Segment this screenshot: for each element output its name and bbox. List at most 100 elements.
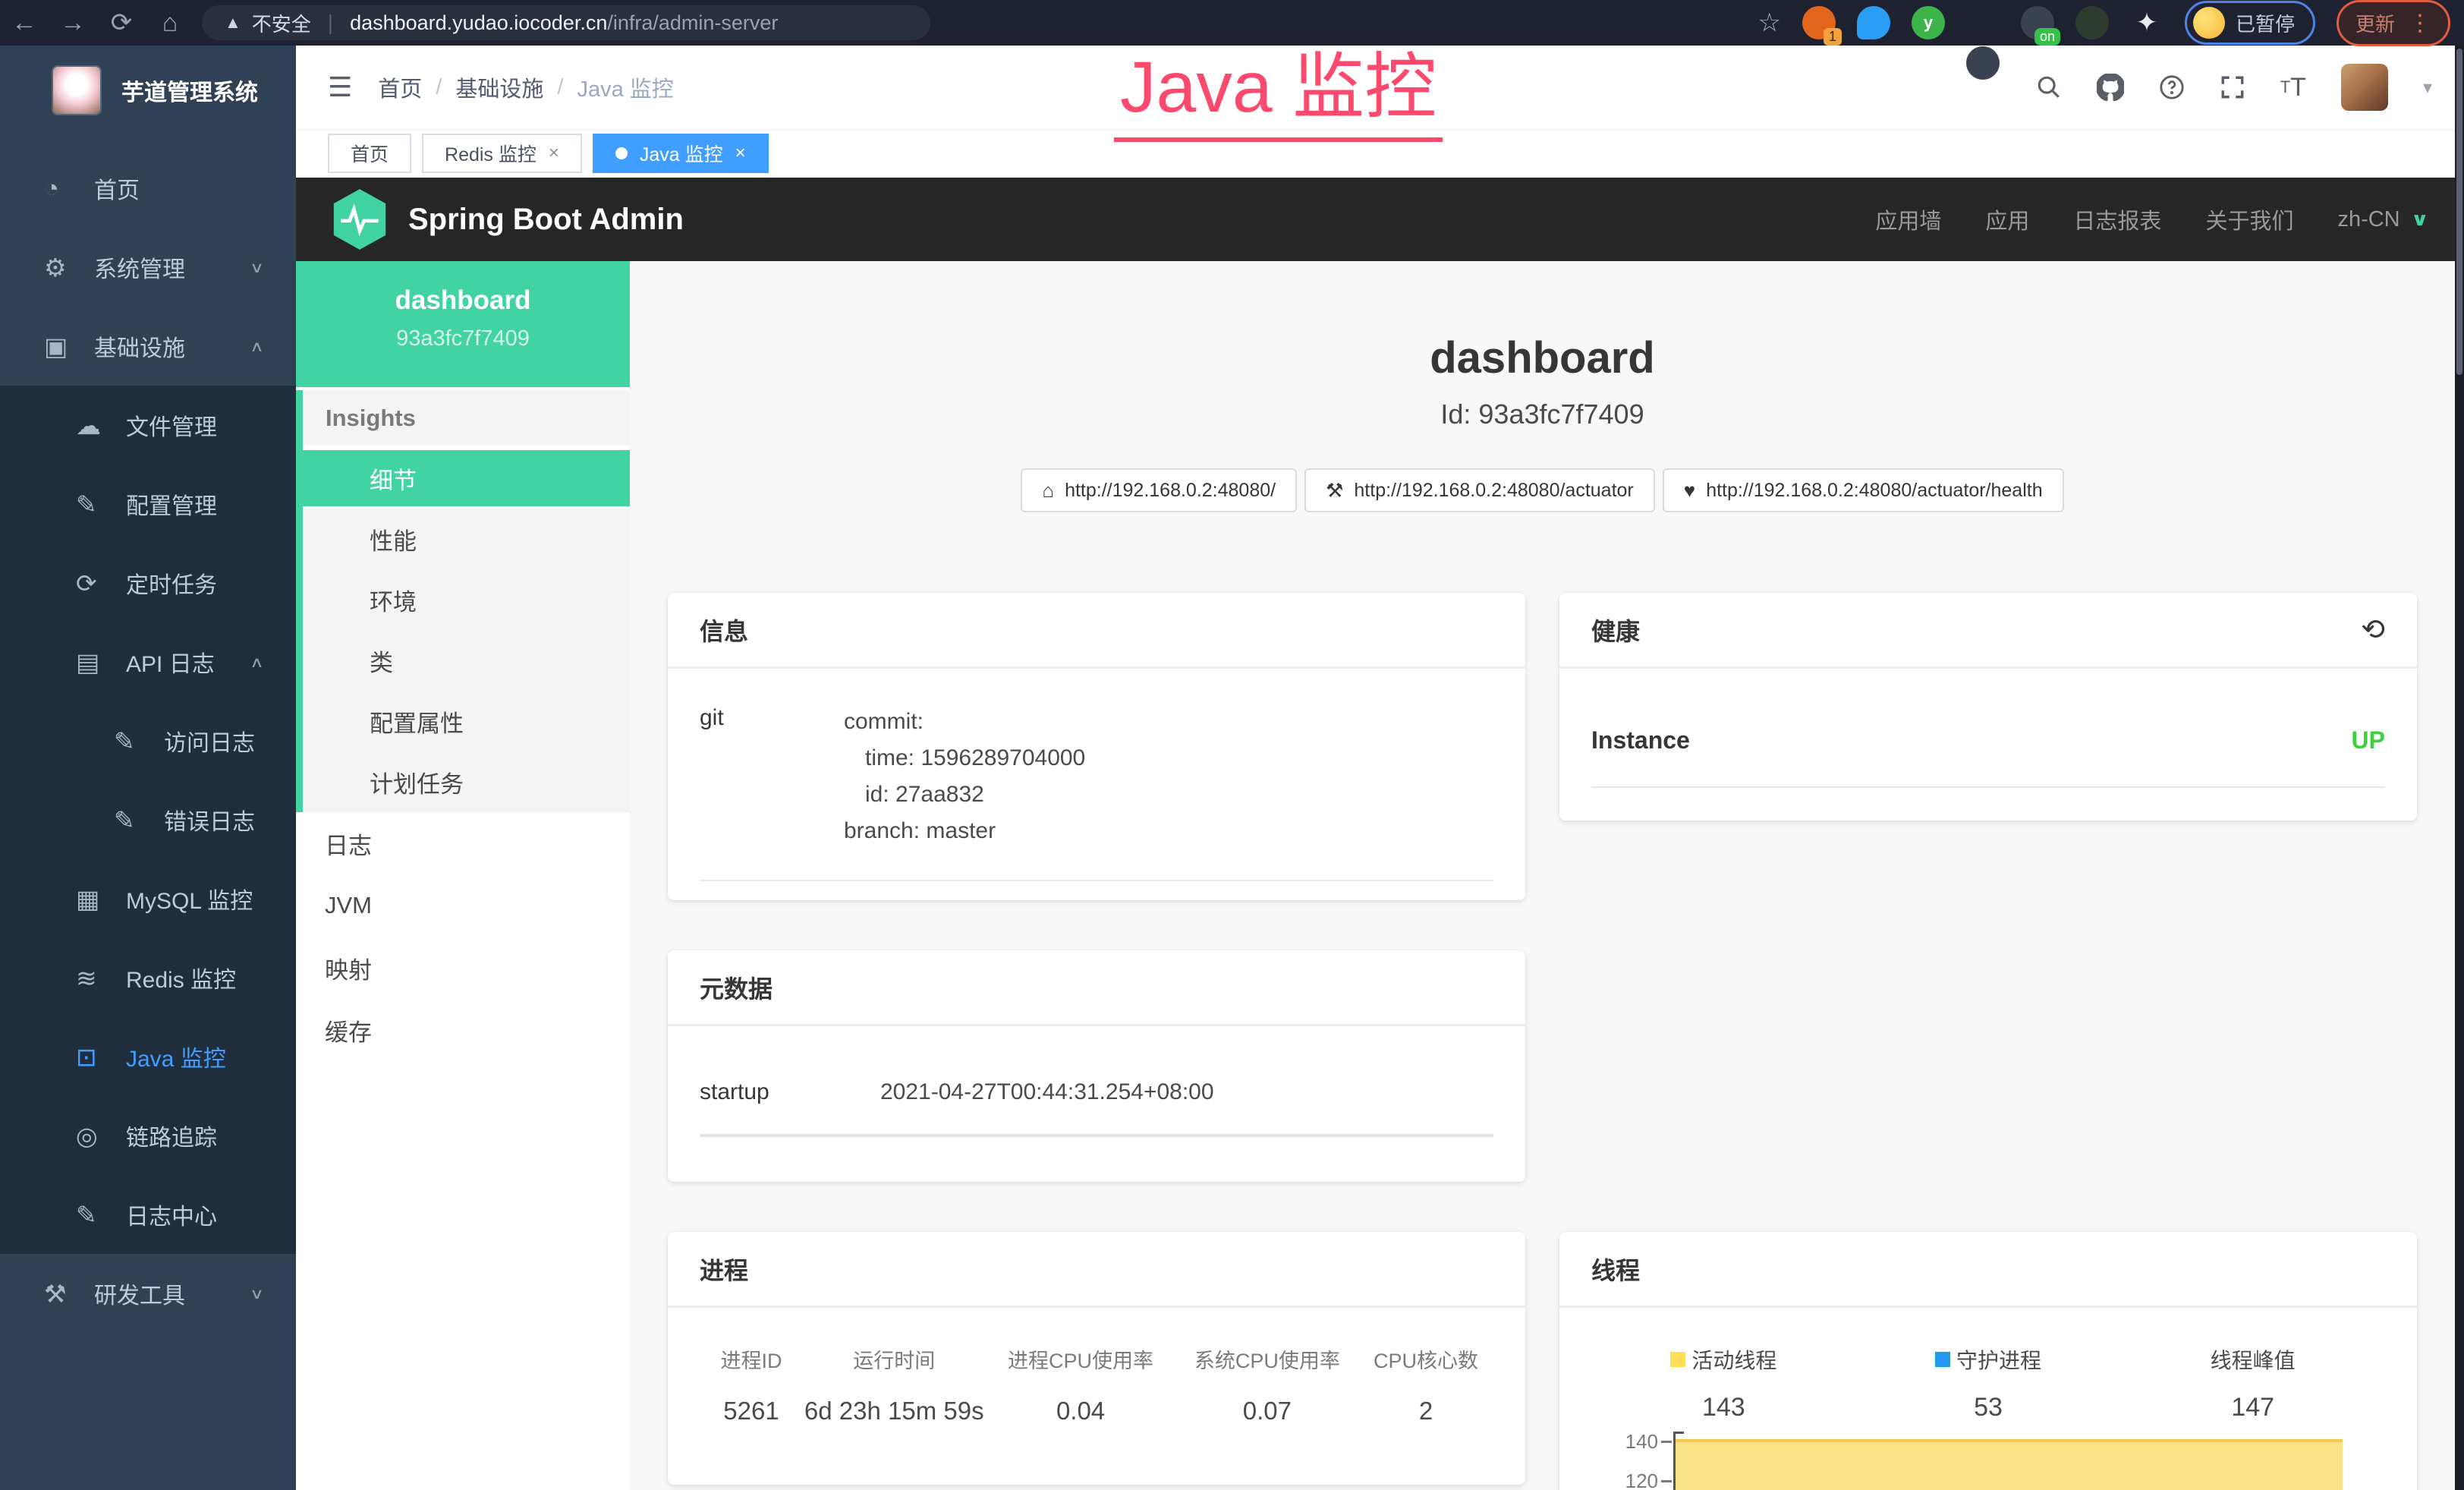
- sidebar-item-home[interactable]: ◔ 首页: [0, 149, 296, 228]
- sidebar-item-mysql-monitor[interactable]: ▦ MySQL 监控: [0, 859, 296, 938]
- page-scrollbar[interactable]: [2455, 46, 2464, 1490]
- timer-icon: ⟳: [76, 569, 126, 598]
- kebab-menu-icon[interactable]: ⋮: [2409, 10, 2431, 36]
- sidebar-item-label: 日志中心: [126, 1198, 217, 1231]
- map-pin-extension-icon[interactable]: [1857, 6, 1890, 39]
- url-domain: dashboard.yudao.iocoder.cn: [350, 11, 607, 34]
- sidebar-item-api-log[interactable]: ▤ API 日志 ∧: [0, 622, 296, 701]
- process-card-title: 进程: [668, 1232, 1525, 1308]
- col-process-cpu: 进程CPU使用率: [986, 1344, 1176, 1374]
- menu-item-performance[interactable]: 性能: [303, 509, 630, 569]
- scrollbar-thumb[interactable]: [2456, 49, 2462, 375]
- cloud-upload-icon: ☁: [76, 411, 126, 440]
- sidebar-item-redis-monitor[interactable]: ≋ Redis 监控: [0, 938, 296, 1017]
- sba-nav-wallboard[interactable]: 应用墙: [1875, 203, 1941, 235]
- sidebar-item-config-manage[interactable]: ✎ 配置管理: [0, 465, 296, 543]
- health-card: 健康 ⟲ Instance UP: [1559, 593, 2417, 821]
- tab-home[interactable]: 首页: [328, 134, 411, 173]
- menu-item-classes[interactable]: 类: [303, 630, 630, 691]
- gauge-icon: ◔: [44, 174, 94, 203]
- instance-header[interactable]: dashboard 93a3fc7f7409: [296, 261, 630, 387]
- extension-icon[interactable]: 1: [1802, 6, 1836, 39]
- sidebar-item-java-monitor[interactable]: ⊡ Java 监控: [0, 1017, 296, 1096]
- instance-name: dashboard: [296, 285, 630, 316]
- browser-back-icon[interactable]: ←: [0, 8, 49, 38]
- sba-brand-title[interactable]: Spring Boot Admin: [408, 203, 684, 237]
- sidebar-item-label: 系统管理: [94, 250, 185, 284]
- browser-home-icon[interactable]: ⌂: [146, 8, 194, 38]
- extensions-puzzle-icon[interactable]: ✦: [2130, 6, 2163, 39]
- breadcrumb-infra[interactable]: 基础设施: [455, 71, 543, 103]
- menu-item-mappings[interactable]: 映射: [296, 937, 630, 999]
- edit-icon: ✎: [114, 726, 164, 756]
- menu-item-scheduled-tasks[interactable]: 计划任务: [303, 751, 630, 812]
- grid-extension-icon[interactable]: [1966, 46, 2000, 80]
- menu-item-details[interactable]: 细节: [303, 448, 630, 509]
- y-extension-icon[interactable]: y: [1912, 6, 1945, 39]
- leaf-extension-icon[interactable]: [2075, 6, 2109, 39]
- actuator-url-button[interactable]: ⚒ http://192.168.0.2:48080/actuator: [1304, 468, 1655, 512]
- instance-sidebar: dashboard 93a3fc7f7409 Insights 细节 性能 环境…: [296, 261, 630, 1490]
- profile-avatar: [2193, 7, 2225, 39]
- sba-nav-applications[interactable]: 应用: [1985, 203, 2029, 235]
- menu-item-jvm[interactable]: JVM: [296, 874, 630, 937]
- sidebar-item-infra[interactable]: ▣ 基础设施 ∧: [0, 307, 296, 386]
- menu-item-caches[interactable]: 缓存: [296, 999, 630, 1061]
- y-tick-mark: [1661, 1441, 1672, 1443]
- menu-item-environment[interactable]: 环境: [303, 569, 630, 630]
- breadcrumb-current: Java 监控: [577, 71, 673, 103]
- monitor-icon: ▣: [44, 332, 94, 361]
- y-tick-140: 140: [1591, 1430, 1658, 1454]
- browser-toolbar-right: ☆ 1 y on ✦ 已暂停 更新 ⋮: [1758, 0, 2464, 80]
- update-button[interactable]: 更新 ⋮: [2337, 0, 2450, 46]
- sidebar-menu: ◔ 首页 ⚙ 系统管理 ∨ ▣ 基础设施 ∧ ☁ 文件管理 ✎ 配置管理 ⟳ 定…: [0, 149, 296, 1333]
- sidebar-item-access-log[interactable]: ✎ 访问日志: [0, 701, 296, 780]
- menu-item-config-props[interactable]: 配置属性: [303, 691, 630, 751]
- process-table-header: 进程ID 运行时间 进程CPU使用率 系统CPU使用率 CPU核心数: [700, 1344, 1493, 1374]
- database-icon: ▦: [76, 884, 126, 914]
- sidebar-item-error-log[interactable]: ✎ 错误日志: [0, 780, 296, 859]
- instance-id-line: Id: 93a3fc7f7409: [668, 398, 2417, 430]
- close-icon[interactable]: ×: [549, 143, 559, 164]
- sidebar-item-dev-tools[interactable]: ⚒ 研发工具 ∨: [0, 1254, 296, 1333]
- address-bar[interactable]: ▲ 不安全 | dashboard.yudao.iocoder.cn/infra…: [202, 5, 930, 40]
- close-icon[interactable]: ×: [735, 143, 746, 164]
- browser-reload-icon[interactable]: ⟳: [97, 8, 146, 38]
- service-url: http://192.168.0.2:48080/: [1065, 480, 1276, 502]
- language-select[interactable]: zh-CN ∨: [2337, 206, 2429, 233]
- bookmark-star-icon[interactable]: ☆: [1758, 8, 1780, 38]
- browser-forward-icon[interactable]: →: [49, 8, 97, 38]
- app-logo-row[interactable]: 芋道管理系统: [0, 46, 296, 131]
- security-label[interactable]: 不安全: [252, 9, 311, 37]
- tab-redis-monitor[interactable]: Redis 监控 ×: [422, 134, 582, 173]
- sidebar-item-label: Redis 监控: [126, 961, 236, 994]
- sba-nav-journal[interactable]: 日志报表: [2073, 203, 2161, 235]
- health-url-button[interactable]: ♥ http://192.168.0.2:48080/actuator/heal…: [1663, 468, 2064, 512]
- insecure-warning-icon: ▲: [225, 13, 241, 33]
- breadcrumb-home[interactable]: 首页: [378, 71, 422, 103]
- history-icon[interactable]: ⟲: [2361, 613, 2385, 647]
- hamburger-icon[interactable]: ☰: [328, 71, 352, 103]
- sidebar-item-system[interactable]: ⚙ 系统管理 ∨: [0, 228, 296, 307]
- breadcrumb-separator: /: [557, 75, 563, 100]
- daemon-threads-swatch: [1935, 1352, 1950, 1367]
- sidebar-item-label: 研发工具: [94, 1277, 185, 1310]
- instance-links: ⌂ http://192.168.0.2:48080/ ⚒ http://192…: [668, 468, 2417, 512]
- sidebar-item-tracing[interactable]: ◎ 链路追踪: [0, 1096, 296, 1175]
- y-tick-mark: [1661, 1480, 1672, 1482]
- active-threads-label: 活动线程: [1691, 1344, 1776, 1375]
- threads-area-chart: 140 120 100: [1591, 1422, 2385, 1490]
- sidebar-item-scheduled-jobs[interactable]: ⟳ 定时任务: [0, 543, 296, 622]
- profile-paused-chip[interactable]: 已暂停: [2185, 1, 2315, 45]
- sidebar-item-log-center[interactable]: ✎ 日志中心: [0, 1175, 296, 1254]
- tab-java-monitor[interactable]: Java 监控 ×: [593, 134, 769, 173]
- sidebar-item-label: 错误日志: [164, 803, 255, 836]
- sidebar-item-file-manage[interactable]: ☁ 文件管理: [0, 386, 296, 465]
- sidebar-item-label: 链路追踪: [126, 1119, 217, 1152]
- instance-id: 93a3fc7f7409: [296, 326, 630, 351]
- health-instance-row[interactable]: Instance UP: [1591, 726, 2385, 788]
- menu-item-logs[interactable]: 日志: [296, 812, 630, 874]
- list-extension-icon[interactable]: on: [2021, 6, 2054, 39]
- sba-nav-about[interactable]: 关于我们: [2205, 203, 2293, 235]
- service-url-button[interactable]: ⌂ http://192.168.0.2:48080/: [1021, 468, 1297, 512]
